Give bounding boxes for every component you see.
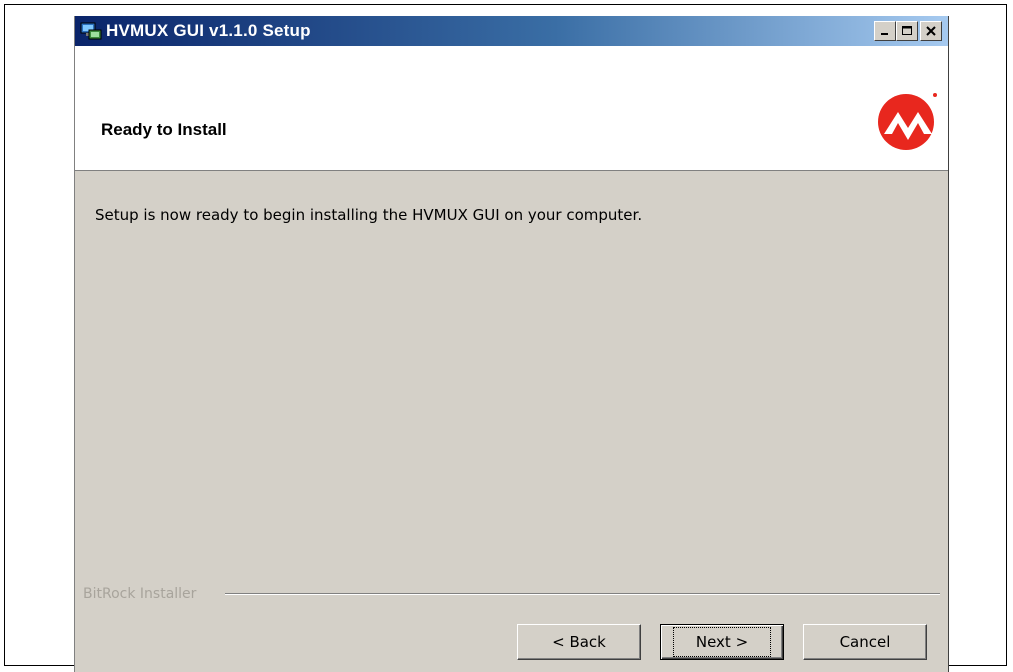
wizard-header: Ready to Install	[75, 46, 948, 171]
installer-app-icon	[80, 21, 102, 41]
ready-message: Setup is now ready to begin installing t…	[95, 206, 643, 224]
title-bar[interactable]: HVMUX GUI v1.1.0 Setup	[75, 16, 948, 46]
close-icon[interactable]	[920, 21, 942, 41]
window-controls	[874, 21, 942, 41]
installer-brand-label: BitRock Installer	[83, 586, 203, 602]
next-button[interactable]: Next >	[660, 624, 784, 660]
footer-divider	[225, 593, 940, 595]
setup-window: HVMUX GUI v1.1.0 Setup Ready to Install …	[74, 16, 949, 672]
cancel-button[interactable]: Cancel	[803, 624, 927, 660]
back-button[interactable]: < Back	[517, 624, 641, 660]
page-title: Ready to Install	[101, 120, 227, 139]
maximize-icon[interactable]	[896, 21, 918, 41]
next-button-label: Next >	[672, 627, 772, 657]
microchip-logo	[876, 90, 938, 150]
minimize-icon[interactable]	[874, 21, 896, 41]
window-title: HVMUX GUI v1.1.0 Setup	[106, 21, 311, 40]
